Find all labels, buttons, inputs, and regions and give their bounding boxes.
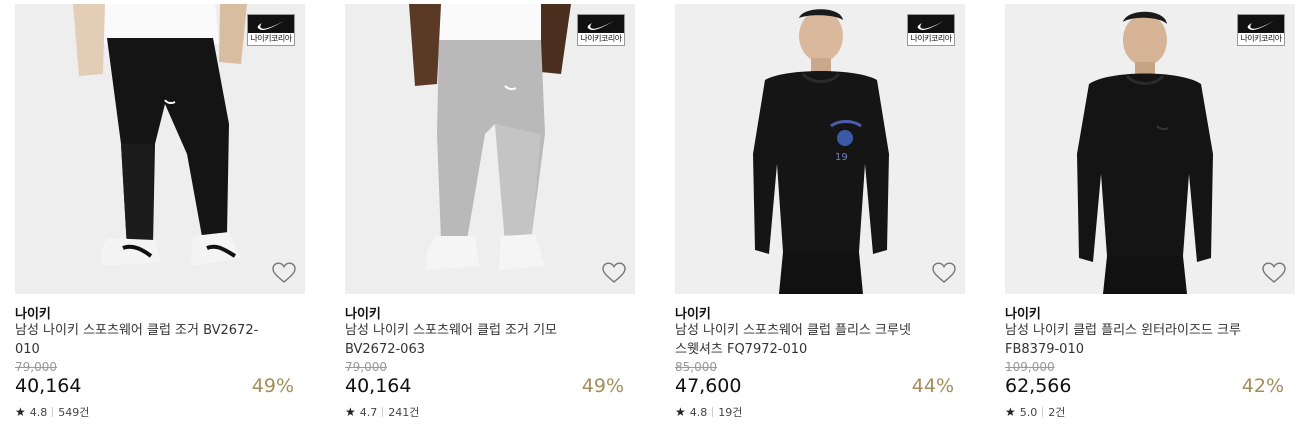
- product-card[interactable]: 나이키코리아 나이키 남성 나이키 클럽 플리스 윈터라이즈드 크루 FB837…: [1005, 0, 1295, 441]
- sale-price: 40,164: [345, 375, 412, 397]
- nike-korea-badge: 나이키코리아: [247, 14, 295, 46]
- svg-text:19: 19: [835, 152, 848, 163]
- product-image[interactable]: 나이키코리아: [1005, 4, 1295, 294]
- brand-name[interactable]: 나이키: [345, 303, 381, 322]
- product-image[interactable]: 나이키코리아: [15, 4, 305, 294]
- original-price: 79,000: [15, 360, 57, 374]
- rating-value: 4.7: [359, 405, 378, 419]
- product-image[interactable]: 나이키코리아: [345, 4, 635, 294]
- sale-price: 62,566: [1005, 375, 1072, 397]
- original-price: 79,000: [345, 360, 387, 374]
- product-name[interactable]: 남성 나이키 스포츠웨어 클럽 조거 BV2672-010: [15, 321, 265, 359]
- nike-swoosh-icon: [1247, 21, 1274, 30]
- rating-value: 4.8: [689, 405, 708, 419]
- rating-row: ★ 4.8 549건: [15, 404, 89, 420]
- divider: [1042, 407, 1044, 417]
- brand-name[interactable]: 나이키: [1005, 303, 1041, 322]
- discount-rate: 49%: [581, 375, 624, 397]
- product-card[interactable]: 19 나이키코리아 나이키 남성 나이키 스포츠웨어 클럽 플리스 크루넷 스웻…: [675, 0, 965, 441]
- discount-rate: 49%: [251, 375, 294, 397]
- sale-price: 40,164: [15, 375, 82, 397]
- original-price: 109,000: [1005, 360, 1055, 374]
- badge-label: 나이키코리아: [578, 33, 624, 45]
- product-image[interactable]: 19 나이키코리아: [675, 4, 965, 294]
- nike-korea-badge: 나이키코리아: [907, 14, 955, 46]
- product-name[interactable]: 남성 나이키 클럽 플리스 윈터라이즈드 크루 FB8379-010: [1005, 321, 1255, 359]
- star-icon: ★: [345, 405, 356, 419]
- sweatshirt-illustration: 19: [675, 4, 965, 294]
- nike-swoosh-icon: [257, 21, 284, 30]
- divider: [382, 407, 384, 417]
- product-card[interactable]: 나이키코리아 나이키 남성 나이키 스포츠웨어 클럽 조거 기모 BV2672-…: [345, 0, 635, 441]
- star-icon: ★: [675, 405, 686, 419]
- original-price: 85,000: [675, 360, 717, 374]
- discount-rate: 44%: [911, 375, 954, 397]
- jogger-illustration: [15, 4, 305, 294]
- rating-row: ★ 4.8 19건: [675, 404, 742, 420]
- jogger-illustration: [345, 4, 635, 294]
- review-count: 2건: [1048, 406, 1066, 419]
- nike-korea-badge: 나이키코리아: [577, 14, 625, 46]
- heart-icon[interactable]: [932, 262, 956, 284]
- heart-icon[interactable]: [272, 262, 296, 284]
- brand-name[interactable]: 나이키: [15, 303, 51, 322]
- product-grid: 나이키코리아 나이키 남성 나이키 스포츠웨어 클럽 조거 BV2672-010…: [0, 0, 1304, 441]
- rating-value: 4.8: [29, 405, 48, 419]
- rating-value: 5.0: [1019, 405, 1038, 419]
- review-count: 19건: [718, 406, 743, 419]
- star-icon: ★: [15, 405, 26, 419]
- nike-swoosh-icon: [587, 21, 614, 30]
- sweatshirt-illustration: [1005, 4, 1295, 294]
- rating-row: ★ 5.0 2건: [1005, 404, 1065, 420]
- divider: [52, 407, 54, 417]
- product-name[interactable]: 남성 나이키 스포츠웨어 클럽 플리스 크루넷 스웻셔츠 FQ7972-010: [675, 321, 925, 359]
- product-card[interactable]: 나이키코리아 나이키 남성 나이키 스포츠웨어 클럽 조거 BV2672-010…: [15, 0, 305, 441]
- rating-row: ★ 4.7 241건: [345, 404, 419, 420]
- review-count: 241건: [388, 406, 420, 419]
- badge-label: 나이키코리아: [1238, 33, 1284, 45]
- nike-swoosh-icon: [917, 21, 944, 30]
- heart-icon[interactable]: [602, 262, 626, 284]
- review-count: 549건: [58, 406, 90, 419]
- badge-label: 나이키코리아: [248, 33, 294, 45]
- nike-korea-badge: 나이키코리아: [1237, 14, 1285, 46]
- star-icon: ★: [1005, 405, 1016, 419]
- badge-label: 나이키코리아: [908, 33, 954, 45]
- product-name[interactable]: 남성 나이키 스포츠웨어 클럽 조거 기모 BV2672-063: [345, 321, 595, 359]
- heart-icon[interactable]: [1262, 262, 1286, 284]
- sale-price: 47,600: [675, 375, 742, 397]
- discount-rate: 42%: [1241, 375, 1284, 397]
- divider: [712, 407, 714, 417]
- brand-name[interactable]: 나이키: [675, 303, 711, 322]
